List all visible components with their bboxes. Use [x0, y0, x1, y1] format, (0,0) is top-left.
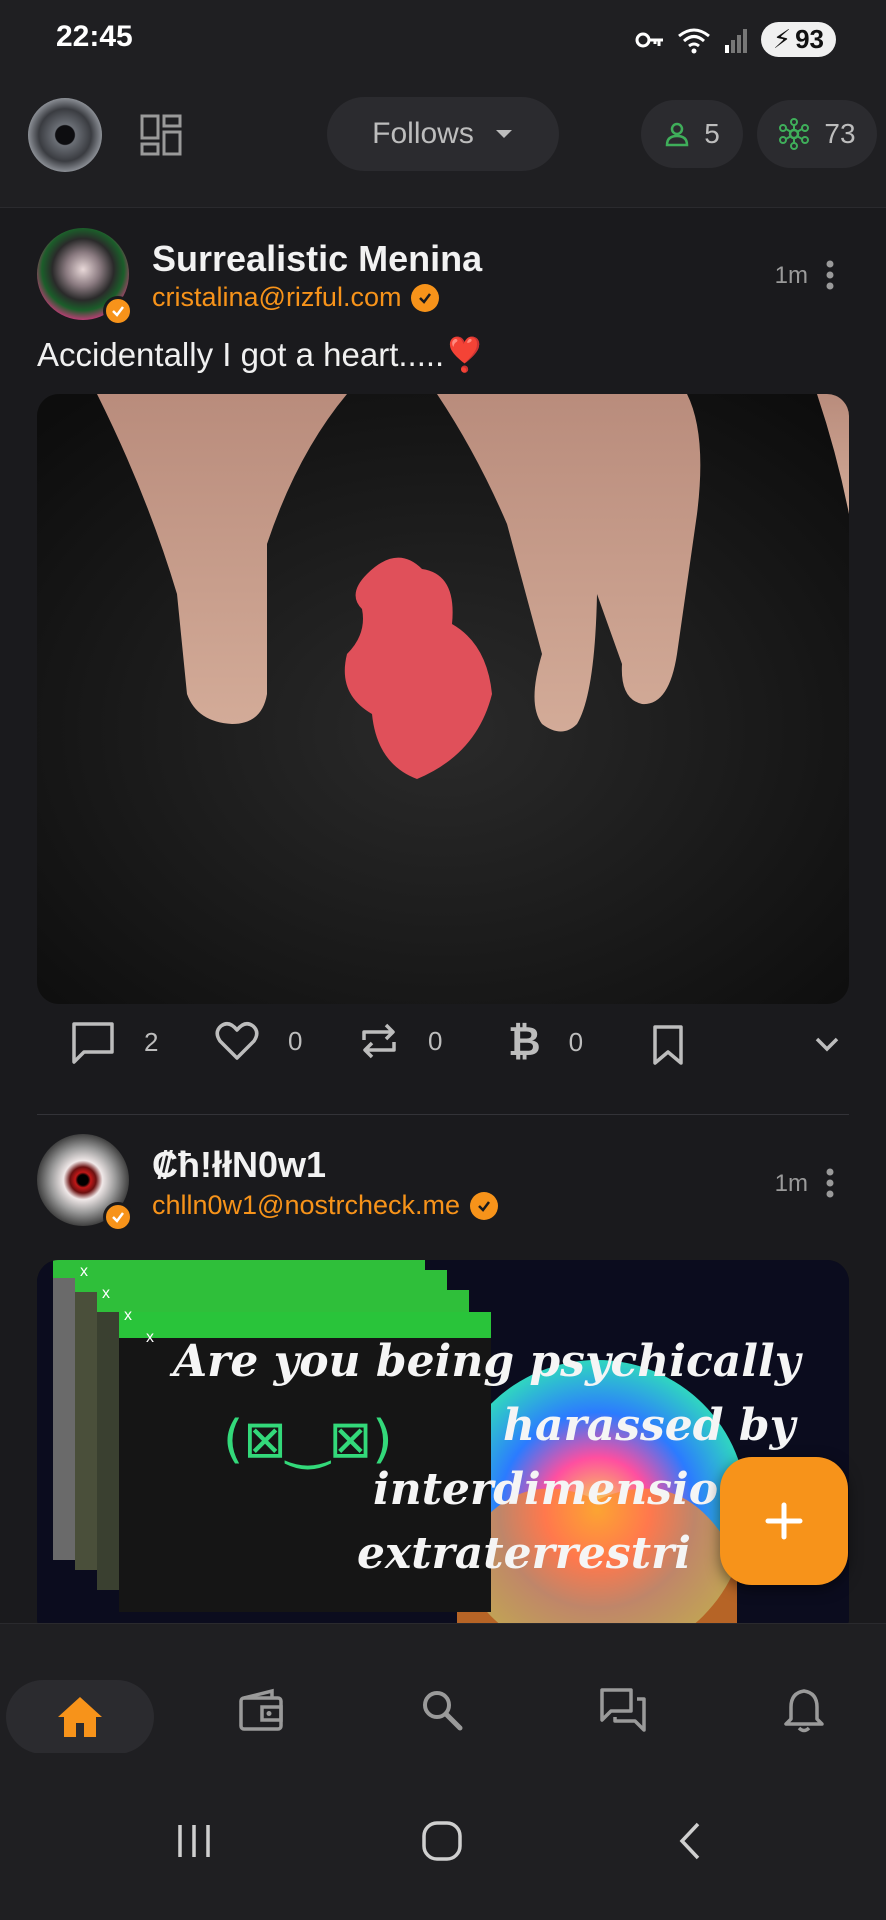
nav-search[interactable] — [412, 1680, 472, 1740]
back-button[interactable] — [660, 1811, 720, 1871]
reply-icon — [72, 1022, 114, 1064]
meme-line-3: interdimensio — [373, 1464, 719, 1515]
like-count: 0 — [288, 1025, 303, 1056]
post-time: 1m — [774, 1170, 808, 1197]
meme-line-1: Are you being psychically — [173, 1336, 801, 1387]
new-post-button[interactable] — [720, 1457, 848, 1585]
system-nav-bar — [0, 1753, 886, 1920]
svg-text:x: x — [80, 1263, 88, 1280]
vpn-key-icon — [635, 32, 663, 47]
bitcoin-icon: ₿ — [508, 1020, 541, 1064]
verified-badge-icon — [103, 296, 133, 326]
chevron-down-icon[interactable] — [814, 1036, 840, 1052]
nav-home[interactable] — [6, 1680, 154, 1754]
recent-apps-icon — [178, 1825, 210, 1857]
signal-icon — [724, 28, 747, 53]
verified-badge-icon — [103, 1202, 133, 1232]
heart-icon — [215, 1022, 259, 1060]
nip05-text: cristalina@rizful.com — [152, 282, 402, 312]
profile-avatar[interactable] — [28, 98, 102, 172]
messages-icon — [600, 1688, 646, 1732]
nav-notifications[interactable] — [774, 1680, 834, 1740]
repost-button[interactable]: 0 — [358, 1020, 442, 1062]
battery-indicator: ⚡ 93 — [760, 22, 836, 57]
nip05-text: chlln0w1@nostrcheck.me — [152, 1190, 461, 1220]
post-time: 1m — [774, 262, 808, 289]
home-icon — [58, 1697, 102, 1737]
zap-count: 0 — [568, 1027, 584, 1057]
wifi-icon — [677, 28, 710, 53]
status-time: 22:45 — [56, 20, 133, 53]
meme-face: (⊠‿⊠) — [223, 1410, 393, 1470]
author-nip05[interactable]: cristalina@rizful.com — [152, 282, 440, 313]
chevron-down-icon — [495, 130, 512, 138]
author-nip05[interactable]: chlln0w1@nostrcheck.me — [152, 1190, 499, 1221]
post-actions: 2 0 0 ₿ 0 — [0, 1020, 886, 1090]
reply-count: 2 — [144, 1026, 159, 1057]
relays-pill[interactable]: 73 — [757, 100, 877, 168]
status-bar: 22:45 ⚡ 93 — [0, 0, 886, 80]
feed[interactable]: Surrealistic Menina cristalina@rizful.co… — [0, 208, 886, 1623]
feed-selector-label: Follows — [372, 117, 474, 150]
svg-text:x: x — [124, 1307, 132, 1324]
users-count: 5 — [704, 118, 720, 149]
back-icon — [679, 1822, 700, 1860]
meme-line-2: harassed by — [503, 1400, 796, 1451]
relay-icon — [779, 118, 810, 150]
grid-icon[interactable] — [140, 114, 182, 156]
author-name[interactable]: Surrealistic Menina — [152, 238, 482, 280]
repost-icon — [362, 1023, 396, 1059]
search-icon — [423, 1691, 463, 1731]
home-circle-icon — [422, 1821, 462, 1861]
bookmark-icon[interactable] — [652, 1024, 684, 1066]
more-options-icon[interactable] — [826, 260, 834, 290]
post-text: Accidentally I got a heart.....❣️ — [37, 336, 486, 373]
heart-fabric-photo — [37, 394, 849, 1004]
post-image[interactable] — [37, 394, 849, 1004]
feed-selector-button[interactable]: Follows — [327, 97, 559, 171]
more-options-icon[interactable] — [826, 1168, 834, 1198]
zap-button[interactable]: ₿ 0 — [508, 1020, 583, 1065]
recent-apps-button[interactable] — [164, 1811, 224, 1871]
reply-button[interactable]: 2 — [70, 1020, 158, 1064]
like-button[interactable]: 0 — [214, 1020, 302, 1062]
nav-wallet[interactable] — [231, 1680, 291, 1740]
bell-icon — [784, 1689, 824, 1733]
top-bar: Follows 5 73 — [0, 80, 886, 208]
plus-icon — [765, 1502, 803, 1540]
relays-count: 73 — [824, 118, 856, 149]
verified-check-icon — [470, 1191, 499, 1220]
svg-text:x: x — [146, 1329, 154, 1346]
meme-line-4: extraterrestri — [357, 1528, 691, 1579]
status-icons: ⚡ 93 — [635, 22, 836, 57]
wallet-icon — [239, 1688, 283, 1731]
nav-messages[interactable] — [593, 1680, 653, 1740]
repost-count: 0 — [428, 1025, 443, 1056]
author-name[interactable]: ₡ħ!łłN0w1 — [152, 1144, 326, 1186]
post-card[interactable]: Surrealistic Menina cristalina@rizful.co… — [0, 208, 886, 1118]
charging-icon: ⚡ — [772, 24, 792, 54]
users-pill[interactable]: 5 — [641, 100, 743, 168]
home-system-button[interactable] — [412, 1811, 472, 1871]
user-icon — [665, 122, 689, 147]
bottom-nav — [0, 1623, 886, 1754]
post-divider — [37, 1114, 849, 1115]
verified-check-icon — [411, 283, 440, 312]
battery-level: 93 — [795, 24, 824, 54]
svg-text:x: x — [102, 1285, 110, 1302]
